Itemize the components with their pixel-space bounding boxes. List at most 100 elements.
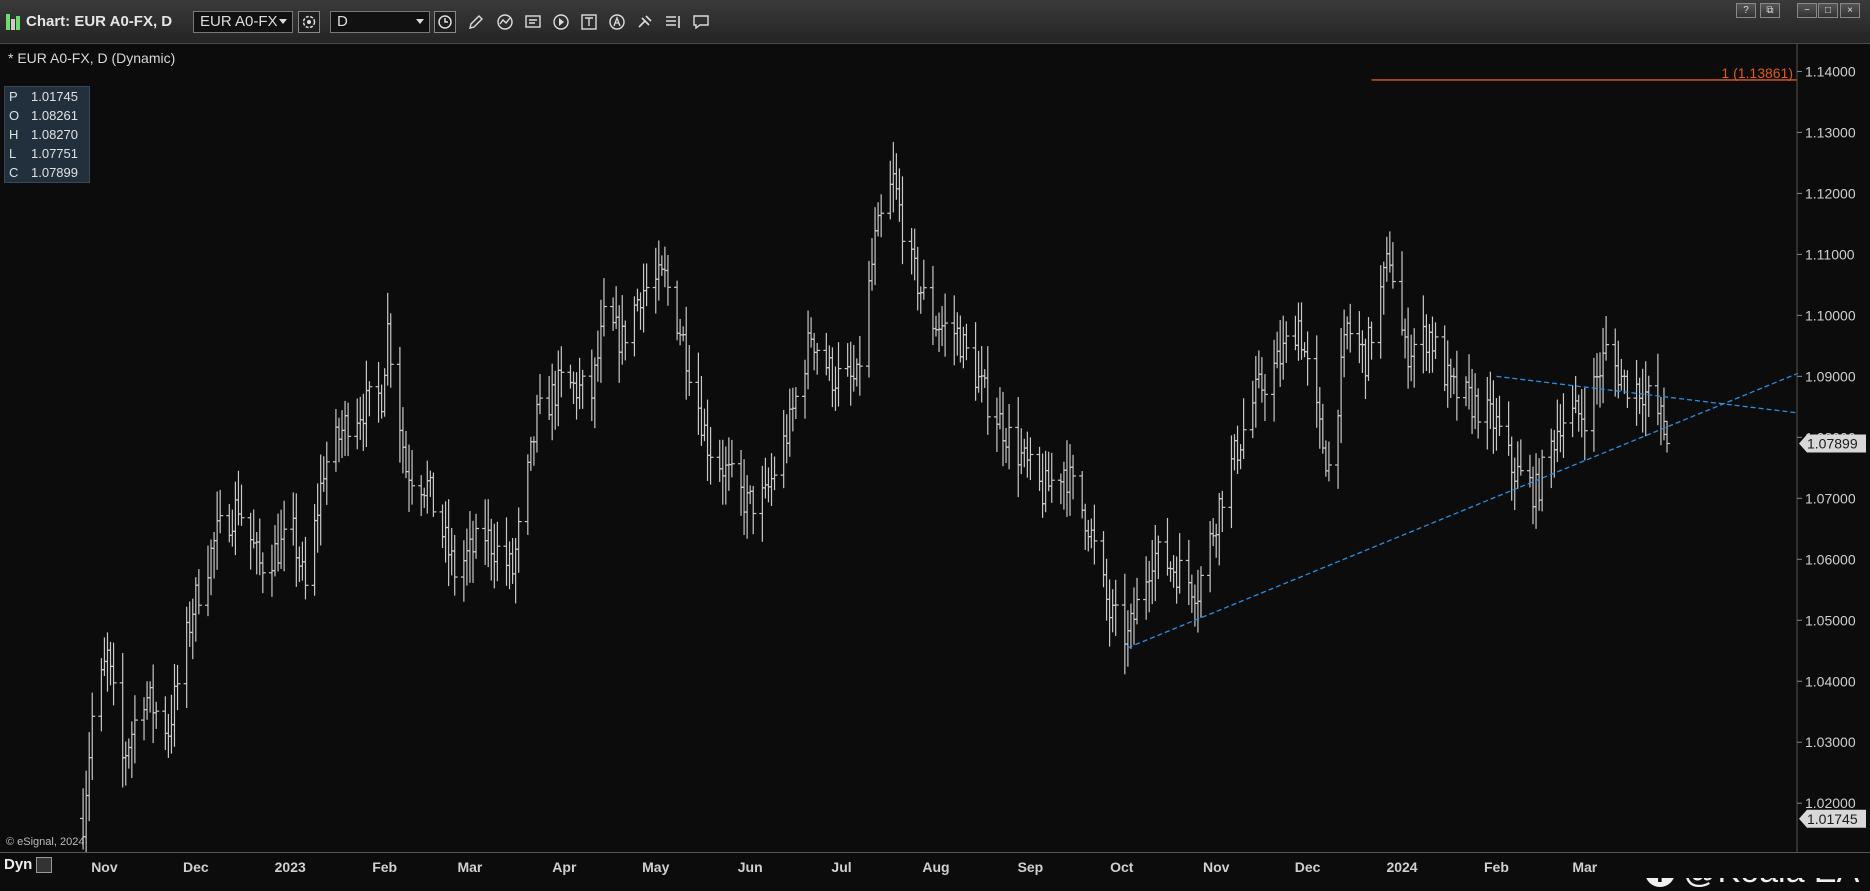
play-icon[interactable] <box>550 11 572 33</box>
ohlc-bar <box>524 454 531 535</box>
ohlc-bar <box>570 371 577 405</box>
ohlc-bar <box>229 509 236 547</box>
ohlc-bar <box>293 493 300 587</box>
comment-icon[interactable] <box>690 11 712 33</box>
y-tick-label: 1.07000 <box>1805 490 1856 506</box>
ohlc-bar <box>204 545 211 617</box>
studies-icon[interactable] <box>494 11 516 33</box>
ohlc-bar <box>783 414 790 464</box>
chevron-down-icon <box>279 19 287 24</box>
x-tick-label: Jul <box>831 859 852 875</box>
ohlc-bar <box>317 454 324 546</box>
ohlc-bar <box>875 202 882 237</box>
ohlc-bar <box>217 489 224 534</box>
ohlc-bar <box>786 388 793 457</box>
ohlc-bar <box>409 450 416 505</box>
symbol-combo[interactable]: EUR A0-FX <box>193 11 293 33</box>
ohlc-bar <box>1359 330 1366 374</box>
ohlc-bar <box>442 501 449 563</box>
ohlc-bar <box>1600 327 1607 404</box>
ohlc-bar <box>1249 380 1256 439</box>
clock-icon[interactable] <box>434 11 456 33</box>
ohlc-bar <box>1423 314 1430 372</box>
ohlc-bar <box>354 398 361 450</box>
ohlc-bar <box>494 521 501 582</box>
ohlc-bar <box>1207 520 1214 593</box>
ohlc-bar <box>509 538 516 584</box>
ohlc-bar <box>1462 376 1469 407</box>
chart-area[interactable]: 1 (1.13861) 1.02000 1.03000 1.04000 1.05000… <box>0 44 1870 890</box>
ohlc-bar <box>546 376 553 421</box>
ohlc-bar <box>1453 350 1460 421</box>
close-icon[interactable]: × <box>1840 3 1860 18</box>
ohlc-bar <box>674 280 681 341</box>
maximize-icon[interactable]: □ <box>1818 3 1838 18</box>
ohlc-bar <box>573 372 580 420</box>
ohlc-bar <box>1234 425 1241 474</box>
ohlc-bar <box>214 491 221 570</box>
ohlc-bar <box>661 246 668 288</box>
restore-icon[interactable]: ⧉ <box>1760 3 1780 18</box>
ohlc-bar <box>1469 368 1476 435</box>
ohlc-bar <box>878 194 885 238</box>
ohlc-bar <box>1560 393 1567 458</box>
ohlc-bar <box>622 320 629 361</box>
alert-icon[interactable] <box>606 11 628 33</box>
dynamic-toggle-button[interactable] <box>36 857 52 873</box>
ohlc-bar <box>418 475 425 517</box>
ohlc-bar <box>1295 302 1302 361</box>
minimize-icon[interactable]: − <box>1797 3 1817 18</box>
window-titlebar: Chart: EUR A0-FX, D EUR A0-FX D ? ⧉ − □ <box>0 0 1870 44</box>
ohlc-bar <box>600 278 607 337</box>
ohlc-bar <box>473 513 480 559</box>
ohlc-bar <box>1103 558 1110 621</box>
ohlc-bar <box>1341 309 1348 378</box>
interval-combo[interactable]: D <box>330 11 430 33</box>
ohlc-bar <box>780 409 787 489</box>
ohlc-bar <box>1444 340 1451 408</box>
ohlc-bar <box>1121 573 1128 675</box>
y-tick-label: 1.05000 <box>1805 612 1856 628</box>
chart-app-icon <box>6 14 20 30</box>
ohlc-bar <box>643 263 650 307</box>
ohlc-bar <box>619 295 626 365</box>
ohlc-bar <box>741 459 748 535</box>
ohlc-bar <box>1420 295 1427 374</box>
ohlc-bar <box>1255 350 1262 389</box>
link-icon[interactable] <box>634 11 656 33</box>
price-chart[interactable]: 1 (1.13861) 1.02000 1.03000 1.04000 1.05000… <box>0 44 1870 852</box>
ohlc-bar <box>802 359 809 419</box>
ohlc-bar <box>1091 504 1098 565</box>
ohlc-bar <box>1612 328 1619 397</box>
list-icon[interactable] <box>662 11 684 33</box>
refresh-icon[interactable] <box>298 11 320 33</box>
ohlc-bar <box>896 168 903 222</box>
pencil-icon[interactable] <box>465 11 487 33</box>
ohlc-bar <box>1197 566 1204 618</box>
help-icon[interactable]: ? <box>1736 3 1756 18</box>
ohlc-bar <box>613 286 620 330</box>
ohlc-bar <box>616 305 623 383</box>
ohlc-bar <box>658 255 665 276</box>
ohlc-bar <box>1383 236 1390 282</box>
chart-type-icon[interactable] <box>522 11 544 33</box>
ohlc-bar <box>932 315 939 337</box>
ohlc-bar <box>232 481 239 556</box>
ohlc-bar <box>911 228 918 281</box>
text-icon[interactable] <box>578 11 600 33</box>
ohlc-bar <box>533 394 540 453</box>
ohlc-bar <box>1344 316 1351 350</box>
ohlc-value: 1.07899 <box>31 165 78 180</box>
ohlc-bar <box>1603 316 1610 361</box>
x-tick-label: Apr <box>552 859 577 875</box>
ohlc-bar <box>1219 490 1226 533</box>
ohlc-bar <box>506 541 513 590</box>
ohlc-bar <box>144 681 151 720</box>
x-tick-label: Sep <box>1017 859 1044 875</box>
ohlc-bar <box>1149 540 1156 605</box>
ohlc-bar <box>1517 439 1524 476</box>
ohlc-bar <box>448 527 455 576</box>
ohlc-bar <box>272 525 279 577</box>
ohlc-bar <box>1380 261 1387 315</box>
ohlc-value: 1.01745 <box>31 89 78 104</box>
